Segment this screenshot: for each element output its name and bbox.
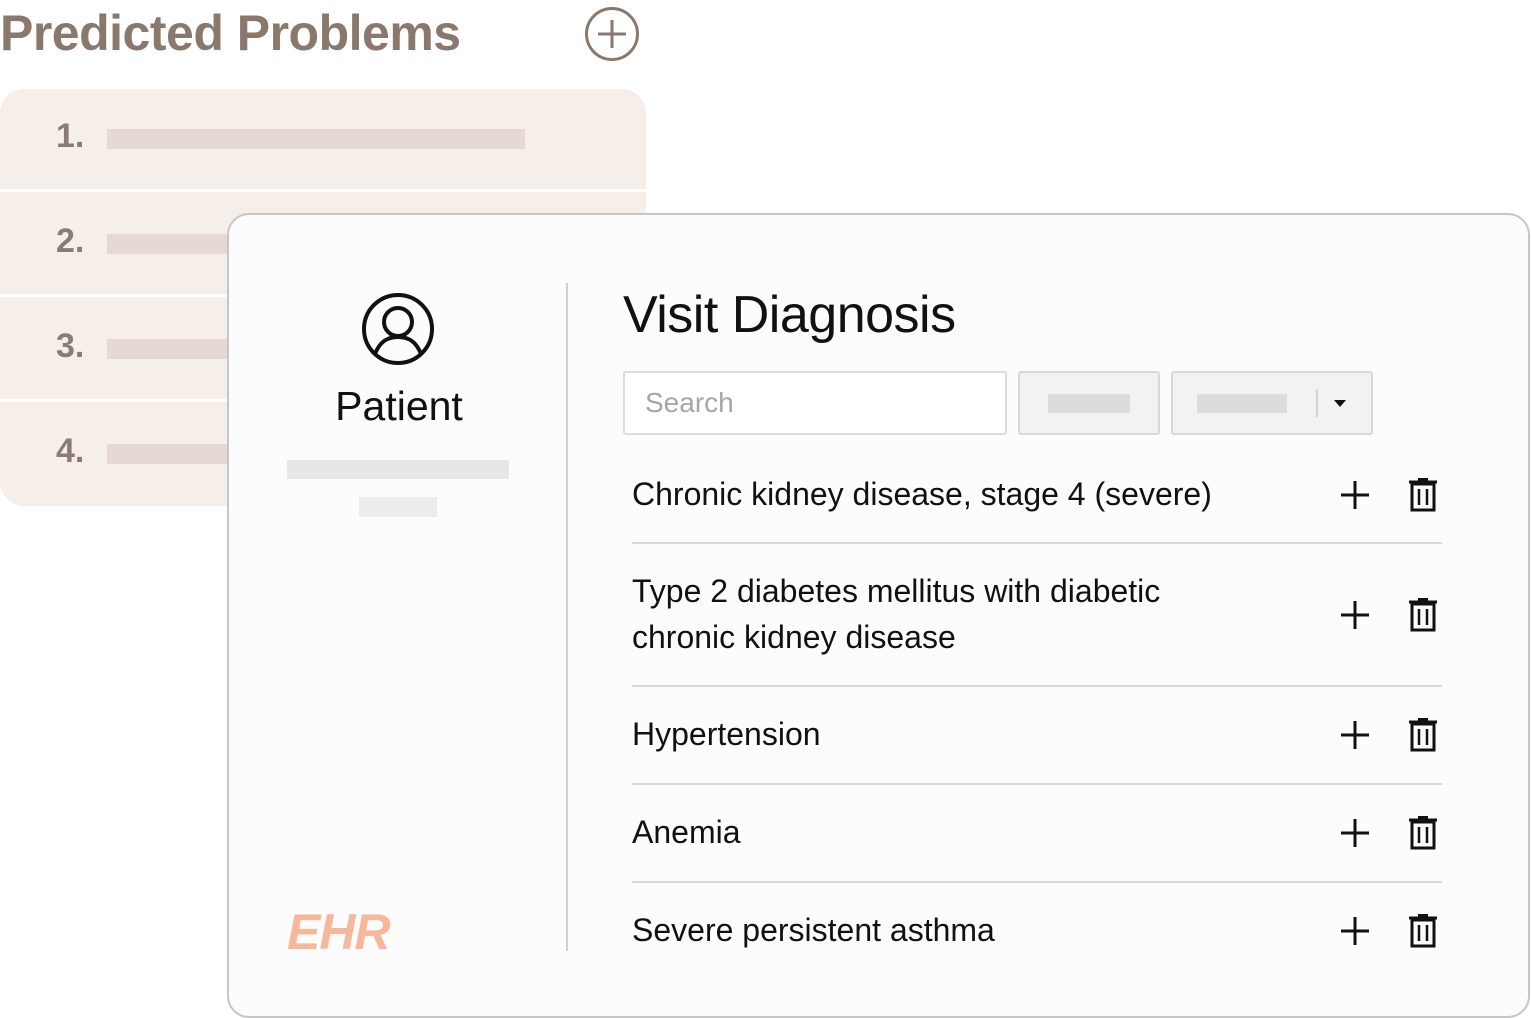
diagnosis-row: Type 2 diabetes mellitus with diabetic c… [632, 544, 1442, 687]
patient-info-placeholder [359, 497, 437, 517]
category-select[interactable] [1171, 371, 1373, 435]
problem-placeholder-bar [107, 129, 525, 149]
select-placeholder [1197, 394, 1287, 413]
filter-button[interactable] [1018, 371, 1160, 435]
problem-item[interactable]: 1. [0, 89, 646, 192]
trash-icon[interactable] [1408, 718, 1438, 752]
plus-icon[interactable] [1339, 479, 1371, 511]
problem-number: 2. [56, 222, 85, 260]
problem-number: 3. [56, 327, 85, 365]
plus-icon[interactable] [1339, 817, 1371, 849]
ehr-logo: EHR [287, 904, 391, 960]
filter-placeholder [1048, 394, 1130, 413]
user-circle-icon [362, 293, 434, 365]
caret-down-icon [1334, 400, 1346, 407]
trash-icon[interactable] [1408, 598, 1438, 632]
predicted-problems-title: Predicted Problems [0, 5, 461, 61]
plus-icon[interactable] [1339, 719, 1371, 751]
diagnosis-text: Severe persistent asthma [632, 912, 995, 948]
problem-number: 4. [56, 432, 85, 470]
search-input[interactable]: Search [623, 371, 1007, 435]
add-problem-button[interactable] [584, 6, 640, 62]
plus-icon[interactable] [1339, 915, 1371, 947]
diagnosis-row: Chronic kidney disease, stage 4 (severe) [632, 447, 1442, 544]
diagnosis-text: Hypertension [632, 716, 821, 752]
panel-divider [566, 283, 568, 951]
diagnosis-text: Anemia [632, 814, 741, 850]
patient-label: Patient [335, 383, 463, 429]
problem-number: 1. [56, 117, 85, 155]
trash-icon[interactable] [1408, 816, 1438, 850]
diagnosis-text-line: chronic kidney disease [632, 619, 956, 655]
diagnosis-row: Anemia [632, 785, 1442, 883]
patient-info-placeholder [287, 460, 509, 479]
trash-icon[interactable] [1408, 478, 1438, 512]
diagnosis-row: Severe persistent asthma [632, 883, 1442, 981]
diagnosis-text-line: Type 2 diabetes mellitus with diabetic [632, 573, 1161, 609]
plus-icon[interactable] [1339, 599, 1371, 631]
select-separator [1316, 389, 1318, 417]
diagnosis-text: Chronic kidney disease, stage 4 (severe) [632, 476, 1212, 512]
plus-circle-icon [585, 7, 639, 61]
diagnosis-row: Hypertension [632, 687, 1442, 785]
trash-icon[interactable] [1408, 914, 1438, 948]
ehr-card: Patient EHR Visit Diagnosis Search Chron… [227, 213, 1530, 1018]
visit-diagnosis-title: Visit Diagnosis [623, 286, 956, 344]
diagnosis-text: Type 2 diabetes mellitus with diabetic c… [632, 568, 1272, 660]
